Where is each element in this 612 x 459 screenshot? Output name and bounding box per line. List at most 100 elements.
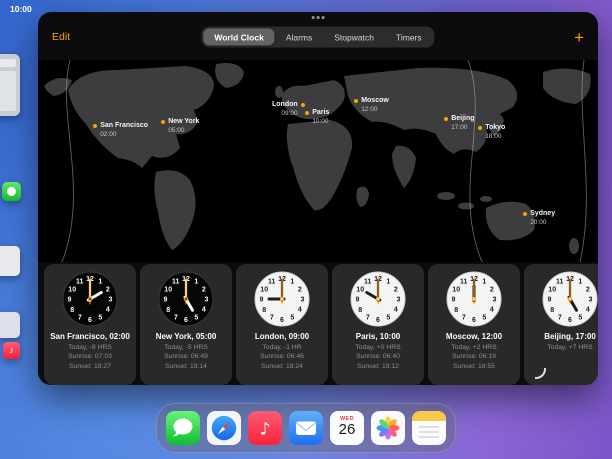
map-city-san-francisco: San Francisco02:00 [93,122,148,139]
svg-text:4: 4 [586,307,590,314]
world-clock-card-new-york[interactable]: 123456789101112 New York, 05:00 Today, -… [140,264,232,385]
window-drag-handle[interactable] [312,16,325,19]
svg-text:11: 11 [460,279,468,286]
add-clock-button[interactable]: + [574,29,584,46]
svg-text:3: 3 [589,297,593,304]
recent-app-thumbnail-green-app[interactable] [2,182,21,201]
svg-text:7: 7 [78,314,82,321]
tab-world-clock[interactable]: World Clock [203,29,274,46]
svg-text:1: 1 [482,279,486,286]
analog-clock: 123456789101112 [254,271,310,327]
svg-text:4: 4 [106,307,110,314]
svg-text:11: 11 [172,279,180,286]
svg-text:7: 7 [174,314,178,321]
world-clock-card-row: 123456789101112 San Francisco, 02:00 Tod… [38,262,598,385]
svg-text:5: 5 [386,314,390,321]
svg-text:3: 3 [397,297,401,304]
map-city-sydney: Sydney20:00 [523,210,555,227]
dock-icon-messages[interactable] [166,411,200,445]
svg-text:11: 11 [364,279,372,286]
city-dot [444,117,448,121]
svg-text:3: 3 [301,297,305,304]
tab-alarms[interactable]: Alarms [275,29,323,46]
recent-app-thumbnail-document[interactable] [0,246,20,276]
svg-text:7: 7 [462,314,466,321]
city-dot [305,111,309,115]
svg-text:6: 6 [568,317,572,324]
recent-app-thumbnail-document-2[interactable] [0,312,20,338]
edit-button[interactable]: Edit [52,31,70,43]
analog-clock: 123456789101112 [542,271,598,327]
svg-text:2: 2 [106,286,110,293]
dock-icon-mail[interactable] [289,411,323,445]
svg-text:1: 1 [578,279,582,286]
dock: ♪ WED 26 [156,403,456,453]
analog-clock: 123456789101112 [350,271,406,327]
safari-icon [207,411,241,445]
svg-text:1: 1 [98,279,102,286]
svg-text:8: 8 [70,307,74,314]
svg-text:6: 6 [472,317,476,324]
city-dot [478,126,482,130]
svg-text:1: 1 [386,279,390,286]
tab-stopwatch[interactable]: Stopwatch [323,29,385,46]
map-city-paris: Paris10:00 [305,109,329,126]
map-city-tokyo: Tokyo18:00 [478,124,505,141]
dock-icon-notes[interactable] [412,411,446,445]
city-dot [523,212,527,216]
dock-icon-safari[interactable] [207,411,241,445]
svg-text:9: 9 [356,297,360,304]
svg-text:2: 2 [298,286,302,293]
svg-text:3: 3 [493,297,497,304]
world-map: San Francisco02:00 New York05:00 London0… [38,60,598,262]
svg-text:8: 8 [166,307,170,314]
music-icon: ♪ [248,411,282,445]
svg-text:9: 9 [548,297,552,304]
svg-text:7: 7 [270,314,274,321]
svg-text:4: 4 [298,307,302,314]
svg-text:11: 11 [268,279,276,286]
city-dot [354,99,358,103]
svg-text:2: 2 [586,286,590,293]
svg-text:6: 6 [88,317,92,324]
svg-text:10: 10 [164,286,172,293]
city-dot [301,103,305,107]
city-dot [93,124,97,128]
svg-text:8: 8 [550,307,554,314]
svg-text:4: 4 [202,307,206,314]
analog-clock: 123456789101112 [158,271,214,327]
svg-text:10: 10 [260,286,268,293]
svg-text:5: 5 [194,314,198,321]
dock-icon-photos[interactable] [371,411,405,445]
recent-app-thumbnail-music[interactable]: ♪ [3,342,20,359]
svg-text:3: 3 [109,297,113,304]
recent-app-thumbnail-window[interactable] [0,54,20,116]
clock-app-window: Edit World Clock Alarms Stopwatch Timers… [38,12,598,385]
svg-text:8: 8 [358,307,362,314]
dock-icon-music[interactable]: ♪ [248,411,282,445]
city-dot [161,120,165,124]
svg-text:6: 6 [184,317,188,324]
map-city-beijing: Beijing17:00 [444,115,475,132]
world-map-graphic [38,60,598,262]
svg-text:10: 10 [356,286,364,293]
svg-text:10: 10 [452,286,460,293]
svg-text:5: 5 [578,314,582,321]
photos-icon [371,411,405,445]
svg-text:9: 9 [164,297,168,304]
svg-text:8: 8 [454,307,458,314]
tab-timers[interactable]: Timers [385,29,433,46]
svg-text:4: 4 [394,307,398,314]
clock-tab-bar: World Clock Alarms Stopwatch Timers [201,27,434,48]
svg-text:2: 2 [202,286,206,293]
world-clock-card-san-francisco[interactable]: 123456789101112 San Francisco, 02:00 Tod… [44,264,136,385]
svg-text:9: 9 [260,297,264,304]
world-clock-card-london[interactable]: 123456789101112 London, 09:00 Today, -1 … [236,264,328,385]
world-clock-card-beijing[interactable]: 123456789101112 Beijing, 17:00 Today, +7… [524,264,598,385]
svg-text:5: 5 [98,314,102,321]
world-clock-card-paris[interactable]: 123456789101112 Paris, 10:00 Today, +0 H… [332,264,424,385]
dock-icon-calendar[interactable]: WED 26 [330,411,364,445]
svg-text:3: 3 [205,297,209,304]
world-clock-card-moscow[interactable]: 123456789101112 Moscow, 12:00 Today, +2 … [428,264,520,385]
mail-icon [289,411,323,445]
